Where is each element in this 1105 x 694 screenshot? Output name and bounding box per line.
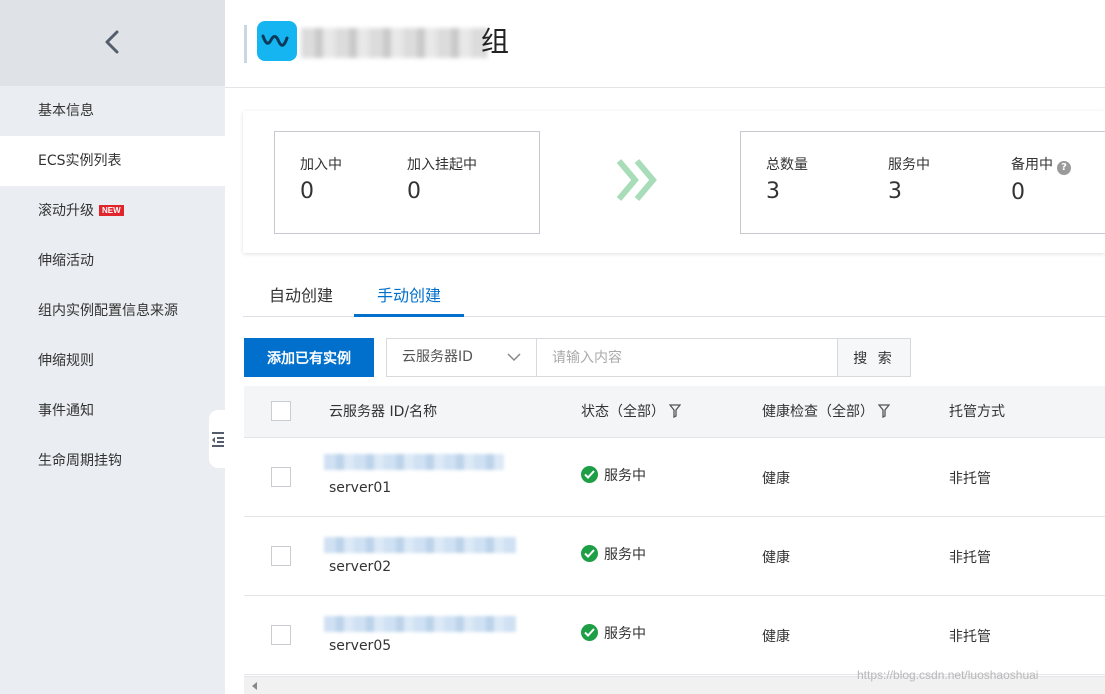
- pending-stats-box: 加入中 0 加入挂起中 0: [274, 131, 540, 234]
- back-button[interactable]: [0, 0, 225, 86]
- chevron-left-icon: [105, 30, 119, 54]
- watermark: https://blog.csdn.net/luoshaoshuai: [857, 668, 1039, 682]
- column-header-mode: 托管方式: [949, 404, 1005, 420]
- health-cell: 健康: [762, 471, 790, 487]
- sidebar-item-label: 生命周期挂钩: [38, 453, 122, 469]
- mode-cell: 非托管: [949, 550, 991, 566]
- search-button[interactable]: 搜 索: [837, 338, 911, 377]
- stat-in-service: 服务中 3: [888, 154, 930, 204]
- sidebar-item-basic-info[interactable]: 基本信息: [0, 86, 225, 136]
- tab-manually-created[interactable]: 手动创建: [354, 278, 464, 317]
- search-input[interactable]: [536, 338, 838, 377]
- sidebar-item-scaling-activities[interactable]: 伸缩活动: [0, 236, 225, 286]
- sidebar-item-rolling-upgrade[interactable]: 滚动升级 NEW: [0, 186, 225, 236]
- stat-value: 0: [300, 179, 314, 204]
- stat-label: 服务中: [888, 157, 930, 173]
- new-badge: NEW: [99, 205, 124, 216]
- stat-value: 3: [766, 179, 780, 204]
- filter-icon[interactable]: [669, 404, 681, 418]
- mode-cell: 非托管: [949, 471, 991, 487]
- instances-table: 云服务器 ID/名称 状态（全部） 健康检查（全部） 托管方式 server01…: [244, 386, 1105, 675]
- status-cell: 服务中: [581, 544, 646, 566]
- row-checkbox[interactable]: [271, 467, 291, 487]
- check-circle-icon: [581, 624, 598, 641]
- blurred-instance-id: [324, 454, 504, 470]
- table-row: server02 服务中 健康 非托管: [244, 517, 1105, 596]
- tab-auto-created[interactable]: 自动创建: [251, 278, 351, 317]
- table-row: server05 服务中 健康 非托管: [244, 596, 1105, 675]
- auto-scaling-logo-icon: [257, 21, 297, 61]
- sidebar: 基本信息 ECS实例列表 滚动升级 NEW 伸缩活动 组内实例配置信息来源 伸缩规…: [0, 0, 225, 694]
- creation-tabs: 自动创建 手动创建: [243, 278, 1105, 317]
- blurred-instance-id: [324, 537, 516, 553]
- page-header: 组: [225, 0, 1105, 88]
- stat-joining-pending: 加入挂起中 0: [407, 154, 477, 204]
- add-existing-instance-button[interactable]: 添加已有实例: [244, 338, 374, 377]
- check-circle-icon: [581, 466, 598, 483]
- instance-name[interactable]: server02: [329, 559, 391, 575]
- sidebar-collapse-toggle[interactable]: [209, 410, 226, 468]
- stat-label: 备用中?: [1011, 154, 1071, 175]
- caret-left-icon[interactable]: [252, 682, 258, 690]
- sidebar-item-label: 伸缩活动: [38, 253, 94, 269]
- status-cell: 服务中: [581, 623, 646, 645]
- instance-name[interactable]: server01: [329, 480, 391, 496]
- sidebar-item-event-notifications[interactable]: 事件通知: [0, 386, 225, 436]
- stat-total: 总数量 3: [766, 154, 808, 204]
- stat-value: 0: [1011, 180, 1025, 205]
- sidebar-item-label: 事件通知: [38, 403, 94, 419]
- column-header-status: 状态（全部）: [581, 386, 681, 438]
- column-header-label: 状态（全部）: [581, 404, 665, 420]
- stat-standby: 备用中? 0: [1011, 154, 1071, 205]
- column-header-label: 健康检查（全部）: [762, 404, 874, 420]
- instance-stats-panel: 加入中 0 加入挂起中 0 总数量 3 服务中 3 备用中? 0: [243, 111, 1105, 253]
- stat-joining: 加入中 0: [300, 154, 342, 204]
- chevron-down-icon: [507, 353, 521, 362]
- blurred-instance-id: [324, 616, 516, 632]
- stat-label: 加入挂起中: [407, 157, 477, 173]
- health-cell: 健康: [762, 629, 790, 645]
- health-cell: 健康: [762, 550, 790, 566]
- column-header-health: 健康检查（全部）: [762, 386, 890, 438]
- instance-name[interactable]: server05: [329, 638, 391, 654]
- status-text: 服务中: [604, 468, 646, 484]
- column-header-id-name: 云服务器 ID/名称: [329, 404, 438, 420]
- stat-value: 0: [407, 179, 421, 204]
- row-checkbox[interactable]: [271, 625, 291, 645]
- sidebar-item-label: 伸缩规则: [38, 353, 94, 369]
- search-field-select[interactable]: 云服务器ID: [386, 338, 537, 377]
- sidebar-item-label: 滚动升级: [38, 203, 94, 219]
- sidebar-item-config-source[interactable]: 组内实例配置信息来源: [0, 286, 225, 336]
- row-checkbox[interactable]: [271, 546, 291, 566]
- select-value: 云服务器ID: [402, 349, 473, 365]
- sidebar-item-label: 基本信息: [38, 103, 94, 119]
- header-accent-bar: [244, 25, 247, 63]
- double-chevron-right-icon: [616, 159, 657, 201]
- stat-label-text: 备用中: [1011, 157, 1053, 173]
- blurred-group-name: [301, 28, 487, 58]
- page-title: 组: [481, 25, 510, 58]
- sidebar-item-lifecycle-hooks[interactable]: 生命周期挂钩: [0, 436, 225, 486]
- active-stats-box: 总数量 3 服务中 3 备用中? 0: [740, 131, 1105, 234]
- stat-label: 加入中: [300, 157, 342, 173]
- status-text: 服务中: [604, 547, 646, 563]
- mode-cell: 非托管: [949, 629, 991, 645]
- status-text: 服务中: [604, 626, 646, 642]
- table-row: server01 服务中 健康 非托管: [244, 438, 1105, 517]
- select-all-checkbox[interactable]: [271, 401, 291, 421]
- stat-label: 总数量: [766, 157, 808, 173]
- status-cell: 服务中: [581, 465, 646, 487]
- sidebar-item-label: ECS实例列表: [38, 153, 122, 169]
- sidebar-item-scaling-rules[interactable]: 伸缩规则: [0, 336, 225, 386]
- filter-icon[interactable]: [878, 404, 890, 418]
- sidebar-item-label: 组内实例配置信息来源: [38, 303, 178, 319]
- help-icon[interactable]: ?: [1057, 161, 1071, 175]
- sidebar-collapse-icon: [212, 432, 224, 447]
- stat-value: 3: [888, 179, 902, 204]
- check-circle-icon: [581, 545, 598, 562]
- table-header: 云服务器 ID/名称 状态（全部） 健康检查（全部） 托管方式: [244, 386, 1105, 438]
- sidebar-item-ecs-instances[interactable]: ECS实例列表: [0, 136, 225, 186]
